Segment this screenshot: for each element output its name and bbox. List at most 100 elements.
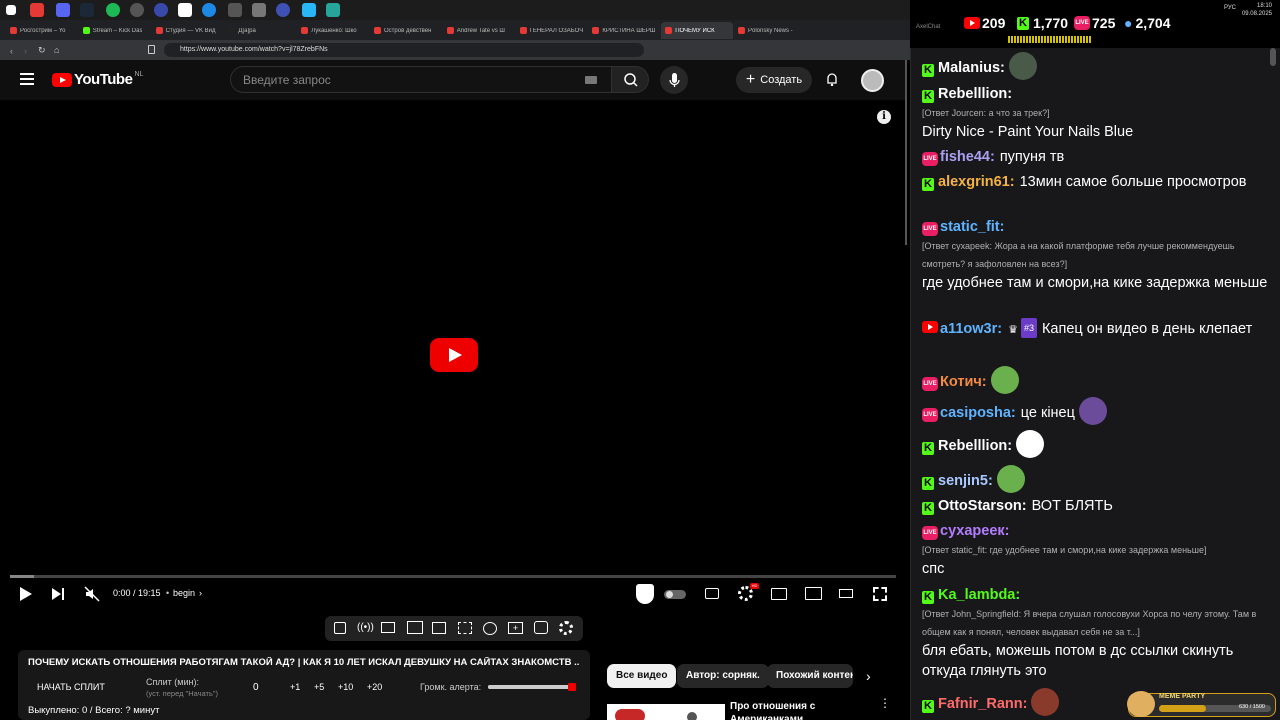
recommendation-thumbnail[interactable] xyxy=(607,704,725,720)
chat-username[interactable]: Ka_lambda: xyxy=(938,587,1020,603)
chat-username[interactable]: Rebelllion: xyxy=(938,438,1012,454)
create-button[interactable]: + Создать xyxy=(736,67,812,93)
next-button[interactable] xyxy=(52,588,61,600)
doge-emote-icon xyxy=(1127,691,1155,717)
toolbar-settings-icon[interactable] xyxy=(559,621,573,635)
youtube-logo[interactable]: YouTube NL xyxy=(52,71,143,88)
bookmark-icon[interactable] xyxy=(148,45,155,54)
browser-tab[interactable]: Д[а]ра xyxy=(224,22,296,39)
subtitles-icon[interactable] xyxy=(705,588,719,599)
chip-author[interactable]: Автор: сорняк. xyxy=(677,664,769,688)
notifications-bell-icon[interactable] xyxy=(825,72,839,86)
opera-icon[interactable] xyxy=(30,3,44,17)
play-pause-button[interactable] xyxy=(20,587,32,601)
chip-similar[interactable]: Похожий контен xyxy=(767,664,853,688)
chat-username[interactable]: senjin5: xyxy=(938,473,993,489)
reload-icon[interactable]: ↻ xyxy=(38,45,46,56)
browser-tab[interactable]: Остров девствен xyxy=(370,22,442,39)
url-field[interactable]: https://www.youtube.com/watch?v=jl78Zreb… xyxy=(164,43,644,57)
avatar[interactable] xyxy=(861,69,884,92)
browser-tab[interactable]: Polonsky News - xyxy=(734,22,806,39)
windows-start-icon[interactable] xyxy=(6,5,16,15)
autoplay-toggle[interactable] xyxy=(664,590,686,599)
app-icon-3[interactable] xyxy=(228,3,242,17)
split-value[interactable]: 0 xyxy=(253,682,259,693)
chip-all-videos[interactable]: Все видео xyxy=(607,664,677,688)
step-plus-20-button[interactable]: +20 xyxy=(367,682,382,692)
step-plus-1-button[interactable]: +1 xyxy=(290,682,300,692)
page-scrollbar[interactable] xyxy=(905,60,907,245)
step-plus-5-button[interactable]: +5 xyxy=(314,682,324,692)
chat-username[interactable]: a11ow3r: xyxy=(940,321,1002,337)
forward-icon[interactable]: › xyxy=(24,46,27,56)
more-options-icon[interactable]: ⋮ xyxy=(879,697,891,709)
chips-next-chevron-icon[interactable]: › xyxy=(866,668,871,684)
discord-icon[interactable] xyxy=(56,3,70,17)
browser-tab[interactable]: Студия — VK Вид xyxy=(152,22,224,39)
crop-icon[interactable] xyxy=(458,622,472,634)
app-icon-2[interactable] xyxy=(202,3,216,17)
recommendation-title[interactable]: Про отношения с xyxy=(730,701,815,712)
system-clock: 18:10 09.08.2025 xyxy=(1241,3,1272,17)
film-icon[interactable] xyxy=(407,621,423,634)
app-icon-6[interactable] xyxy=(302,3,316,17)
chat-username[interactable]: Котич: xyxy=(940,374,987,390)
app-icon-5[interactable] xyxy=(276,3,290,17)
progress-bar[interactable] xyxy=(10,575,896,578)
vk-live-icon: LIVE xyxy=(922,408,938,422)
theater-mode-icon[interactable] xyxy=(805,587,822,600)
browser-tab[interactable]: Лукашенко: Шко xyxy=(297,22,369,39)
picture-in-picture-icon[interactable] xyxy=(432,622,446,634)
broadcast-icon[interactable]: ((•)) xyxy=(357,622,374,633)
chat-username[interactable]: fishe44: xyxy=(940,149,995,165)
capcut-icon[interactable] xyxy=(178,3,192,17)
search-input[interactable]: Введите запрос xyxy=(230,66,612,93)
keyboard-icon[interactable] xyxy=(585,76,597,84)
large-play-button[interactable] xyxy=(430,338,478,372)
browser-tab[interactable]: Stream – Kick Das xyxy=(79,22,151,39)
chat-username[interactable]: cухареек: xyxy=(940,523,1010,539)
chat-username[interactable]: OttoStarson: xyxy=(938,498,1027,514)
search-button[interactable] xyxy=(611,66,649,93)
wide-mode-icon[interactable] xyxy=(839,589,853,598)
app-icon-7[interactable] xyxy=(326,3,340,17)
camera-icon[interactable] xyxy=(534,621,548,634)
voice-search-button[interactable] xyxy=(660,66,688,94)
chat-username[interactable]: static_fit: xyxy=(940,219,1004,235)
step-plus-10-button[interactable]: +10 xyxy=(338,682,353,692)
menu-icon[interactable] xyxy=(20,73,34,75)
browser-tab[interactable]: Andrew Tate vs Ш xyxy=(443,22,515,39)
chat-username[interactable]: Rebelllion: xyxy=(938,86,1012,102)
chat-username[interactable]: Fafnir_Rann: xyxy=(938,696,1027,712)
screenshot-icon[interactable] xyxy=(381,622,395,633)
back-icon[interactable]: ‹ xyxy=(10,46,13,56)
emote-icon xyxy=(1016,430,1045,458)
home-icon[interactable]: ⌂ xyxy=(54,45,59,55)
browser-tab[interactable]: ГЕНЕРАЛ ОЗАБОЧ xyxy=(516,22,588,39)
steam-icon[interactable] xyxy=(80,3,94,17)
miniplayer-icon[interactable] xyxy=(771,588,787,600)
alert-volume-slider[interactable] xyxy=(488,683,576,691)
chat-username[interactable]: Malanius: xyxy=(938,60,1005,76)
app-icon-4[interactable] xyxy=(252,3,266,17)
speedometer-icon[interactable] xyxy=(483,622,497,635)
chapter-button[interactable]: begin › xyxy=(173,588,202,598)
loop-icon[interactable] xyxy=(334,622,346,634)
chat-username[interactable]: casiposha: xyxy=(940,405,1016,421)
obs-icon[interactable] xyxy=(130,3,144,17)
add-frame-icon[interactable]: + xyxy=(508,622,523,634)
recommendation-title-line2[interactable]: Американками ... xyxy=(730,714,814,720)
spotify-icon[interactable] xyxy=(106,3,120,17)
browser-tab[interactable]: КРИСТИНА ШЕРШ xyxy=(588,22,660,39)
start-split-button[interactable]: НАЧАТЬ СПЛИТ xyxy=(37,682,105,692)
tab-label: Росгострим – Yo xyxy=(20,27,66,34)
app-icon[interactable] xyxy=(154,3,168,17)
browser-tab[interactable]: Росгострим – Yo xyxy=(6,22,78,39)
search-icon xyxy=(624,73,638,87)
chat-username[interactable]: alexgrin61: xyxy=(938,174,1015,190)
shield-icon[interactable] xyxy=(636,584,654,604)
browser-tab[interactable]: ПОЧЕМУ ИСК xyxy=(661,22,734,39)
info-icon[interactable]: i xyxy=(877,110,891,124)
mute-button[interactable] xyxy=(84,586,100,602)
meme-party-label: MEME PARTY xyxy=(1159,693,1206,700)
